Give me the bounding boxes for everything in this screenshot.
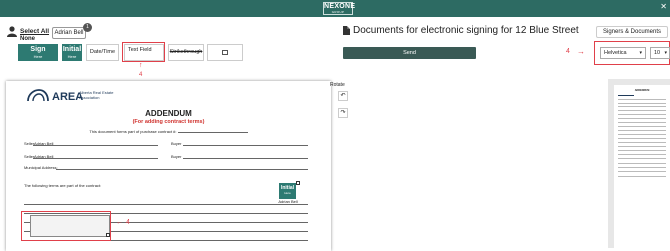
nexone-logo: NEXONE GROUP — [323, 2, 356, 15]
initial-label: Initial — [62, 46, 82, 53]
rotate-left-button[interactable]: ↶ — [338, 91, 348, 101]
thumbnail-title: ADDENDUM — [634, 89, 650, 92]
thumb-line — [618, 110, 666, 111]
seller-underline-2 — [33, 158, 158, 159]
terms-line-1 — [24, 204, 308, 205]
sign-label: Sign — [30, 46, 46, 53]
addendum-subheading: (For adding contract terms) — [132, 119, 205, 125]
thumb-line — [618, 171, 666, 172]
area-logo-subtext: Alberta Real Estate Association — [79, 90, 114, 100]
thumb-line — [618, 150, 666, 151]
checkbox-icon — [222, 50, 228, 55]
thumb-line — [618, 142, 666, 143]
sign-here-button[interactable]: Sign Here — [18, 44, 58, 61]
placed-text-field-highlight — [21, 211, 111, 241]
rotate-label: Rotate — [330, 82, 345, 88]
thumb-line — [618, 122, 666, 123]
thumb-logo — [618, 95, 634, 96]
signer-count-badge: 1 — [83, 23, 92, 32]
datetime-button[interactable]: Date/Time — [86, 44, 119, 61]
close-icon[interactable]: ✕ — [660, 2, 667, 11]
seller-underline-1 — [33, 145, 158, 146]
thumb-line — [618, 134, 666, 135]
thumb-line — [618, 158, 666, 159]
contract-number-line: This document forms part of purchase con… — [6, 129, 331, 134]
signer-button-adrian-bell[interactable]: Adrian Bell — [52, 27, 86, 39]
thumb-line — [618, 167, 666, 168]
send-button[interactable]: Send — [343, 47, 476, 59]
page-thumbnail[interactable]: ADDENDUM — [614, 85, 670, 248]
signing-workspace: Select All None Adrian Bell 1 Sign Here … — [0, 17, 335, 251]
annotation-arrow-up: ↑ — [139, 62, 143, 69]
strikethrough-button[interactable]: Strikethrough — [168, 44, 204, 61]
thumb-line — [618, 118, 666, 119]
buyer-underline-2 — [183, 158, 308, 159]
thumb-line — [618, 138, 666, 139]
checkbox-tool-button[interactable] — [207, 44, 243, 61]
annotation-number-3: 4 — [566, 48, 570, 55]
font-family-value: Helvetica — [604, 50, 627, 56]
thumb-line — [618, 126, 666, 127]
initial-field-signer: Adrian Bell — [278, 199, 298, 204]
thumb-line — [618, 114, 666, 115]
initial-here-button[interactable]: Initial Here — [62, 44, 82, 61]
addendum-heading: ADDENDUM — [145, 109, 192, 118]
annotation-number: 4 — [139, 72, 143, 78]
initial-here-field[interactable]: Initial Here — [279, 183, 296, 199]
contract-number-field[interactable] — [177, 129, 248, 133]
area-logo-icon — [27, 89, 49, 102]
font-size-value: 10 — [654, 50, 661, 56]
initial-field-sub: Here — [284, 191, 291, 195]
buyer-label-2: Buyer — [171, 154, 182, 159]
chevron-down-icon: ▾ — [664, 50, 667, 56]
thumb-line — [618, 99, 666, 100]
municipal-address-label: Municipal Address: — [24, 165, 58, 170]
rotate-right-button[interactable]: ↷ — [338, 108, 348, 118]
annotation-arrow-right: → — [577, 47, 585, 56]
municipal-address-underline — [56, 169, 308, 170]
document-icon — [343, 26, 350, 35]
annotation-arrow-left: ← — [116, 219, 123, 226]
thumb-line — [618, 176, 666, 177]
top-bar: NEXONE GROUP ✕ — [0, 0, 670, 17]
thumb-line — [618, 163, 666, 164]
logo-text: NEXONE — [324, 3, 356, 10]
thumb-line — [618, 154, 666, 155]
chevron-down-icon: ▾ — [639, 50, 642, 56]
thumb-line — [618, 130, 666, 131]
thumb-line — [618, 146, 666, 147]
annotation-number-2: 4 — [126, 219, 130, 226]
contract-number-label: This document forms part of purchase con… — [89, 129, 177, 134]
sign-sub: Here — [33, 54, 43, 59]
selection-none-label: None — [20, 36, 35, 42]
signers-documents-button[interactable]: Signers & Documents — [596, 26, 668, 38]
person-icon — [7, 26, 17, 37]
thumb-line — [618, 103, 666, 104]
initial-sub: Here — [67, 54, 77, 59]
logo-subtext: GROUP — [331, 10, 345, 14]
text-field-highlight — [122, 42, 165, 62]
buyer-label-1: Buyer — [171, 141, 182, 146]
document-title: Documents for electronic signing for 12 … — [353, 25, 579, 36]
font-family-select[interactable]: Helvetica ▾ — [600, 47, 646, 59]
terms-label: The following terms are part of the cont… — [24, 183, 102, 188]
font-size-select[interactable]: 10 ▾ — [650, 47, 670, 59]
buyer-underline-1 — [183, 145, 308, 146]
select-all-link[interactable]: Select All — [20, 28, 49, 35]
initial-field-handle[interactable] — [296, 181, 300, 185]
thumb-line — [618, 106, 666, 107]
